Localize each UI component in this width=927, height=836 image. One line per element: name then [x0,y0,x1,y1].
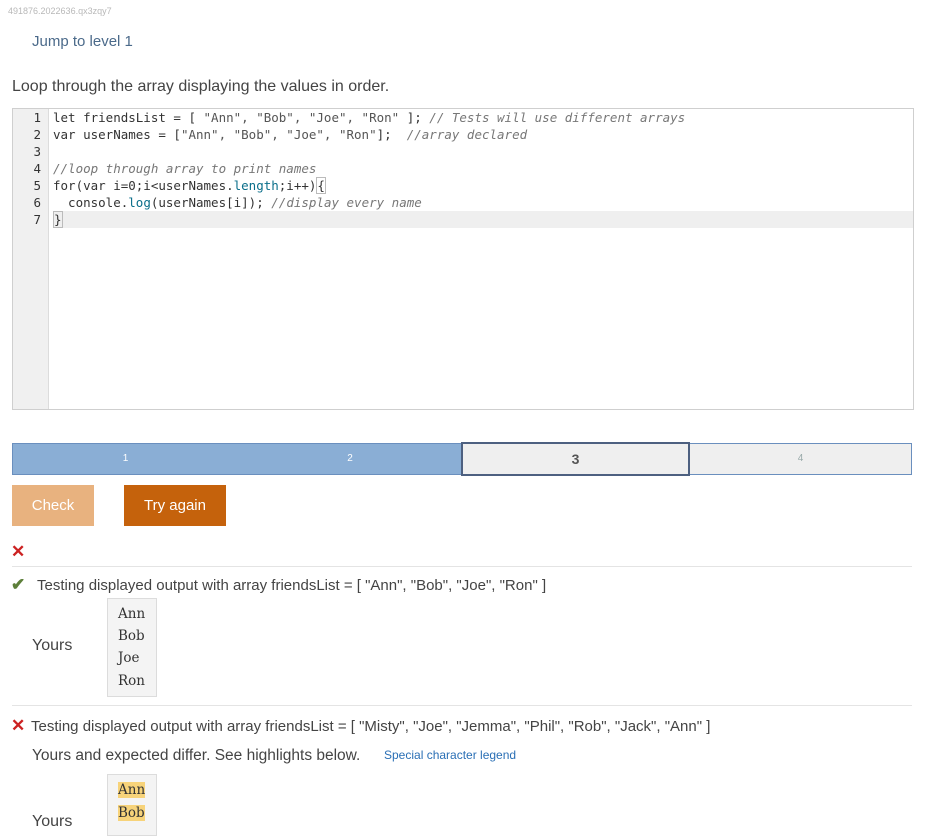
output-line: Bob [118,628,145,644]
output-line: Ron [118,673,145,689]
diff-highlight: Bob [118,805,145,821]
code-editor[interactable]: 1 2 3 4 5 6 7 let friendsList = [ "Ann",… [12,108,914,410]
level-progress-bar: 1 2 3 4 [12,442,912,476]
try-again-button[interactable]: Try again [124,485,226,526]
code-line[interactable] [53,143,913,160]
divider [12,566,912,567]
code-line[interactable]: //loop through array to print names [53,160,913,177]
code-token: let friendsList = [ [53,110,204,125]
line-number: 2 [33,127,41,142]
code-token: (userNames[i]); [150,195,272,210]
code-line[interactable]: let friendsList = [ "Ann", "Bob", "Joe",… [53,109,913,126]
line-number: 4 [33,161,41,176]
code-line[interactable]: for(var i=0;i<userNames.length;i++){ [53,177,913,194]
code-comment: //loop through array to print names [53,161,317,176]
activity-id: 491876.2022636.qx3zqy7 [8,6,112,16]
code-line-active[interactable]: } [53,211,913,228]
line-number-gutter: 1 2 3 4 5 6 7 [13,109,49,409]
special-character-legend-link[interactable]: Special character legend [384,748,516,762]
code-string: "Ann", "Bob", "Joe", "Ron" [180,127,377,142]
code-property: log [128,195,151,210]
instructions-text: Loop through the array displaying the va… [12,78,390,95]
check-icon: ✔ [11,575,26,594]
output-line: Ann [118,779,146,801]
matching-brace: { [316,177,326,194]
divider [12,705,912,706]
matching-brace: } [53,211,63,228]
code-token: for(var i=0;i<userNames. [53,178,234,193]
test-1-description: Testing displayed output with array frie… [37,577,547,594]
output-line: Ann [118,606,146,622]
line-number: 1 [33,110,41,125]
output-line: Joe [118,650,140,666]
diff-highlight: Ann [118,782,146,798]
output-box: Ann Bob [107,774,157,836]
differ-message: Yours and expected differ. See highlight… [32,747,361,764]
code-token: ]; [376,127,407,142]
yours-label: Yours [32,637,73,654]
level-segment-3-current[interactable]: 3 [461,442,690,476]
test-2-description: Testing displayed output with array frie… [31,718,711,735]
line-number: 6 [33,195,41,210]
code-token: console. [53,195,129,210]
code-token: ]; [399,110,430,125]
output-box: Ann Bob Joe Ron [107,598,157,697]
code-line[interactable]: var userNames = ["Ann", "Bob", "Joe", "R… [53,126,913,143]
jump-to-level-link[interactable]: Jump to level 1 [32,33,133,50]
code-property: length [233,178,279,193]
code-token: ;i++) [278,178,317,193]
line-number: 3 [33,144,41,159]
line-number: 7 [33,212,41,227]
level-segment-1[interactable]: 1 [13,444,238,474]
code-string: "Ann", "Bob", "Joe", "Ron" [203,110,400,125]
code-comment: // Tests will use different arrays [429,110,686,125]
line-number: 5 [33,178,41,193]
code-line[interactable]: console.log(userNames[i]); //display eve… [53,194,913,211]
overall-fail-icon: ✕ [11,542,26,561]
check-button[interactable]: Check [12,485,94,526]
code-comment: //display every name [271,195,422,210]
code-comment: //array declared [406,127,528,142]
fail-icon: ✕ [11,716,26,735]
code-token: var userNames = [ [53,127,181,142]
yours-label: Yours [32,813,73,830]
level-segment-4[interactable]: 4 [690,444,911,474]
level-segment-2[interactable]: 2 [238,444,462,474]
